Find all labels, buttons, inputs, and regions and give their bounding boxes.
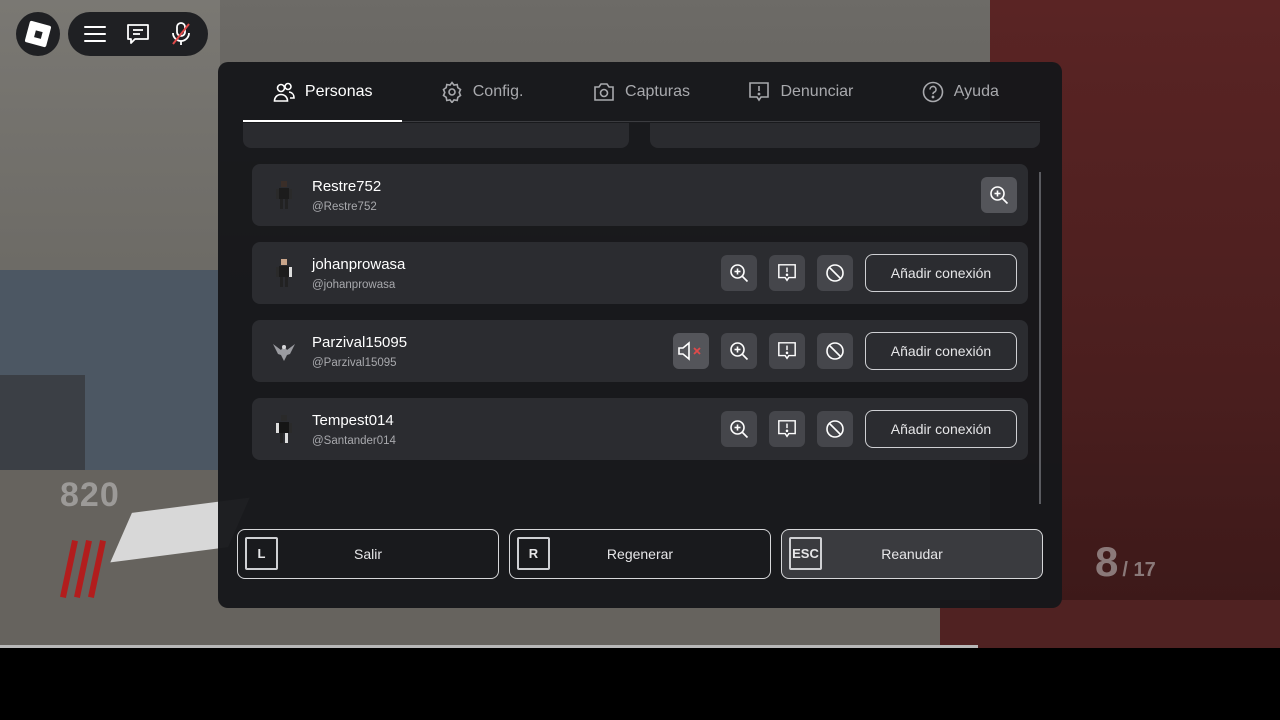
player-username: @johanprowasa — [312, 278, 396, 291]
tab-label: Personas — [304, 82, 373, 100]
player-row: johanprowasa @johanprowasa Añadir conexi… — [252, 242, 1028, 304]
report-button[interactable] — [769, 411, 805, 447]
leave-button[interactable]: L Salir — [237, 529, 499, 579]
respawn-button[interactable]: R Regenerar — [509, 529, 771, 579]
avatar — [266, 253, 302, 293]
player-username: @Parzival15095 — [312, 356, 397, 369]
report-button[interactable] — [769, 333, 805, 369]
zoom-in-icon — [730, 420, 749, 439]
resume-button[interactable]: ESC Reanudar — [781, 529, 1043, 579]
avatar — [266, 331, 302, 371]
camera-icon — [594, 82, 614, 101]
block-icon — [826, 420, 844, 438]
player-display-name: johanprowasa — [312, 255, 406, 273]
keyboard-key-r: R — [517, 537, 550, 570]
hud-round-counter: 8/ 17 — [1095, 538, 1156, 586]
block-icon — [826, 264, 844, 282]
player-list: Restre752 @Restre752 johanprowasa @johan… — [243, 123, 1043, 503]
block-button[interactable] — [817, 411, 853, 447]
keyboard-key-l: L — [245, 537, 278, 570]
top-bar-controls — [68, 12, 208, 56]
avatar — [266, 409, 302, 449]
report-icon — [778, 420, 796, 438]
tab-label: Ayuda — [953, 82, 999, 100]
scrollbar[interactable] — [1039, 172, 1041, 504]
player-row: Tempest014 @Santander014 Añadir conexión — [252, 398, 1028, 460]
list-item — [243, 123, 629, 148]
menu-footer: L Salir R Regenerar ESC Reanudar — [237, 529, 1043, 579]
block-button[interactable] — [817, 333, 853, 369]
add-connection-button[interactable]: Añadir conexión — [865, 332, 1017, 370]
mute-button[interactable] — [673, 333, 709, 369]
block-button[interactable] — [817, 255, 853, 291]
roblox-logo-icon — [24, 20, 52, 48]
player-username: @Restre752 — [312, 200, 377, 213]
hud-score: 820 — [60, 476, 120, 514]
tab-label: Config. — [472, 82, 524, 100]
player-row: Restre752 @Restre752 — [252, 164, 1028, 226]
report-button[interactable] — [769, 255, 805, 291]
add-connection-button[interactable]: Añadir conexión — [865, 254, 1017, 292]
roblox-menu-button[interactable] — [16, 12, 60, 56]
add-connection-button[interactable]: Añadir conexión — [865, 410, 1017, 448]
gear-icon — [442, 80, 462, 103]
inspect-button[interactable] — [981, 177, 1017, 213]
zoom-in-icon — [990, 186, 1009, 205]
hamburger-menu-icon[interactable] — [79, 18, 111, 50]
background-dark-block — [0, 375, 85, 470]
tab-captures[interactable]: Capturas — [562, 62, 721, 121]
player-username: @Santander014 — [312, 434, 396, 447]
hud-round-current: 8 — [1095, 538, 1119, 585]
zoom-in-icon — [730, 264, 749, 283]
background-red-stripes — [60, 540, 112, 600]
player-display-name: Restre752 — [312, 177, 382, 195]
block-icon — [826, 342, 844, 360]
inspect-button[interactable] — [721, 255, 757, 291]
player-row: Parzival15095 @Parzival15095 Añadir cone… — [252, 320, 1028, 382]
chat-icon[interactable] — [122, 18, 154, 50]
menu-panel: Personas Config. Capturas Denunciar Ayud… — [218, 62, 1062, 608]
player-display-name: Tempest014 — [312, 411, 394, 429]
inspect-button[interactable] — [721, 411, 757, 447]
bottom-letterbox — [0, 650, 1280, 720]
inspect-button[interactable] — [721, 333, 757, 369]
zoom-in-icon — [730, 342, 749, 361]
list-item — [650, 123, 1040, 148]
speaker-muted-icon — [678, 341, 701, 361]
tab-label: Denunciar — [780, 82, 854, 100]
tab-bar: Personas Config. Capturas Denunciar Ayud… — [243, 62, 1040, 122]
loading-progress-bar — [0, 645, 978, 648]
tab-report[interactable]: Denunciar — [721, 62, 880, 121]
report-icon — [749, 81, 770, 101]
help-icon — [922, 81, 944, 102]
player-display-name: Parzival15095 — [312, 333, 408, 351]
report-icon — [778, 264, 796, 282]
report-icon — [778, 342, 796, 360]
people-icon — [273, 82, 295, 102]
avatar — [266, 175, 302, 215]
tab-settings[interactable]: Config. — [402, 62, 561, 121]
keyboard-key-esc: ESC — [789, 537, 822, 570]
mic-muted-icon[interactable] — [165, 18, 197, 50]
tab-label: Capturas — [625, 82, 690, 100]
tab-people[interactable]: Personas — [243, 62, 403, 122]
hud-round-total: / 17 — [1122, 559, 1156, 581]
tab-help[interactable]: Ayuda — [881, 62, 1040, 121]
